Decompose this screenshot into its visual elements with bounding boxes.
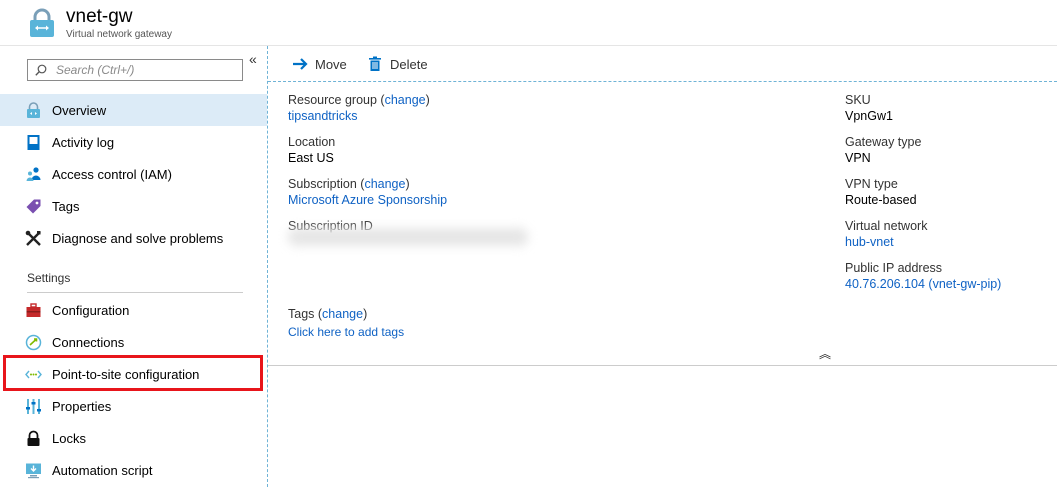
gateway-type-value: VPN [845, 151, 871, 165]
page-subtitle: Virtual network gateway [66, 29, 172, 40]
vpn-type-value: Route-based [845, 193, 917, 207]
public-ip-label: Public IP address [845, 261, 943, 275]
public-ip-value[interactable]: 40.76.206.104 (vnet-gw-pip) [845, 277, 1001, 291]
sidebar-item-label: Configuration [52, 303, 130, 318]
sidebar-item-label: Overview [52, 103, 107, 118]
collapse-essentials-button[interactable]: ︽ [819, 345, 831, 362]
iam-icon [26, 167, 41, 181]
subscription-change-link[interactable]: change [364, 177, 405, 191]
delete-button-label: Delete [390, 57, 428, 72]
sidebar-item-activity-log[interactable]: Activity log [0, 126, 267, 158]
overview-icon [27, 102, 40, 118]
trash-icon [369, 56, 381, 71]
subscription-value[interactable]: Microsoft Azure Sponsorship [288, 193, 447, 207]
sku-value: VpnGw1 [845, 109, 893, 123]
sidebar-item-diagnose[interactable]: Diagnose and solve problems [0, 222, 267, 254]
vpn-type-label: VPN type [845, 177, 898, 191]
sidebar-item-properties[interactable]: Properties [0, 390, 267, 422]
field-label-text: Tags [288, 307, 315, 321]
activity-log-icon [27, 135, 40, 150]
sidebar-item-label: Access control (IAM) [52, 167, 172, 182]
tag-icon [26, 199, 41, 214]
tags-label: Tags (change) [288, 307, 368, 321]
resource-group-label: Resource group (change) [288, 93, 430, 107]
sidebar-item-locks[interactable]: Locks [0, 422, 267, 454]
virtual-network-label: Virtual network [845, 219, 928, 233]
page-title: vnet-gw [66, 6, 133, 27]
field-label-text: Subscription [288, 177, 357, 191]
lock-gateway-icon [30, 8, 54, 37]
sidebar-item-tags[interactable]: Tags [0, 190, 267, 222]
collapse-menu-button[interactable]: « [249, 51, 257, 67]
sidebar-item-automation-script[interactable]: Automation script [0, 454, 267, 486]
field-label-text: Resource group [288, 93, 377, 107]
move-button[interactable]: Move [292, 55, 372, 73]
search-input[interactable] [56, 62, 236, 78]
automation-icon [26, 463, 41, 479]
sidebar-item-label: Connections [52, 335, 125, 350]
connections-icon [25, 334, 42, 351]
virtual-network-value[interactable]: hub-vnet [845, 235, 894, 249]
blade-header: vnet-gw Virtual network gateway [0, 0, 1057, 46]
sidebar-item-point-to-site[interactable]: Point-to-site configuration [0, 358, 267, 390]
resource-group-change-link[interactable]: change [385, 93, 426, 107]
sidebar-item-label: Activity log [52, 135, 115, 150]
sidebar-item-access-control[interactable]: Access control (IAM) [0, 158, 267, 190]
sidebar-item-label: Locks [52, 431, 86, 446]
menu-search-box[interactable] [27, 59, 243, 81]
essentials-panel: Resource group (change) tipsandtricks Lo… [268, 82, 1057, 366]
sidebar-item-label: Automation script [52, 463, 153, 478]
redacted-subscription-id [288, 228, 528, 246]
command-bar: Move Delete [268, 46, 1057, 82]
wrench-icon [25, 230, 41, 246]
divider [27, 292, 243, 293]
sidebar-item-label: Tags [52, 199, 80, 214]
sidebar-item-label: Diagnose and solve problems [52, 231, 224, 246]
sidebar-item-connections[interactable]: Connections [0, 326, 267, 358]
tags-change-link[interactable]: change [322, 307, 363, 321]
sidebar-item-label: Point-to-site configuration [52, 367, 200, 382]
arrow-right-icon [293, 58, 308, 70]
sidebar-item-overview[interactable]: Overview [0, 94, 267, 126]
search-icon [35, 64, 47, 76]
settings-section-header: Settings [27, 271, 71, 285]
gateway-type-label: Gateway type [845, 135, 922, 149]
properties-icon [26, 399, 41, 414]
location-value: East US [288, 151, 334, 165]
add-tags-link[interactable]: Click here to add tags [288, 325, 404, 339]
sidebar-item-label: Properties [52, 399, 112, 414]
delete-button[interactable]: Delete [367, 55, 447, 73]
sidebar-item-configuration[interactable]: Configuration [0, 294, 267, 326]
move-button-label: Move [315, 57, 347, 72]
resource-menu-sidebar: « Overview Activity log Access control (… [0, 46, 268, 487]
point-to-site-icon [25, 370, 42, 379]
resource-group-value[interactable]: tipsandtricks [288, 109, 357, 123]
location-label: Location [288, 135, 336, 149]
subscription-label: Subscription (change) [288, 177, 410, 191]
toolbox-icon [26, 303, 41, 317]
lock-icon [27, 430, 40, 446]
sku-label: SKU [845, 93, 871, 107]
